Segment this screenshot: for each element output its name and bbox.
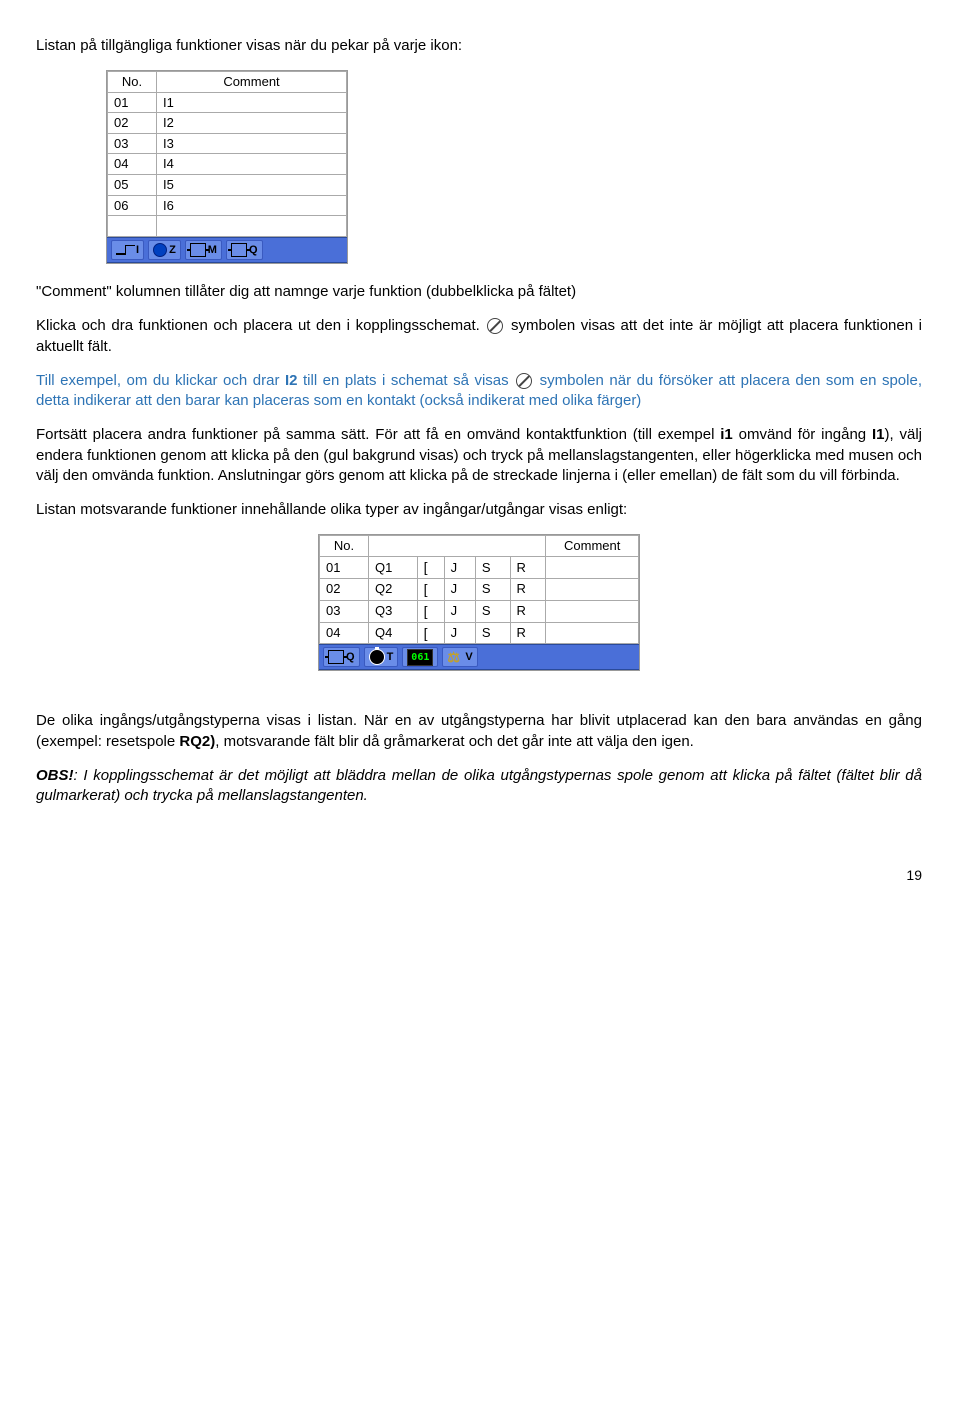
- io-types-screenshot: No. Comment 01 Q1 [ J S R 02 Q2 [ J S R: [36, 534, 922, 671]
- paragraph-example: Till exempel, om du klickar och drar I2 …: [36, 371, 922, 412]
- contact-line-button[interactable]: I: [111, 240, 144, 260]
- q-coil-button[interactable]: Q: [226, 240, 263, 260]
- table-row: 01I1: [108, 92, 347, 113]
- table-row: 02I2: [108, 113, 347, 134]
- col-header-no: No.: [108, 72, 157, 93]
- line-icon: [116, 245, 134, 255]
- paragraph-note: OBS!: I kopplingsschemat är det möjligt …: [36, 766, 922, 807]
- prohibit-icon: [516, 373, 532, 389]
- paragraph-io-list: Listan motsvarande funktioner innehållan…: [36, 500, 922, 520]
- function-list-screenshot: No. Comment 01I1 02I2 03I3 04I4 05I5 06I…: [106, 70, 922, 264]
- col-header-no: No.: [320, 536, 369, 557]
- table-row: 02 Q2 [ J S R: [320, 578, 639, 600]
- toolbar: I Z M Q: [107, 237, 347, 263]
- paragraph-comment: "Comment" kolumnen tillåter dig att namn…: [36, 282, 922, 302]
- z-button[interactable]: Z: [148, 240, 181, 260]
- toolbar: Q T 061 V: [319, 644, 639, 670]
- timer-icon: [369, 649, 385, 665]
- col-header-comment: Comment: [546, 536, 639, 557]
- compare-button[interactable]: V: [442, 647, 477, 667]
- table-row: 03I3: [108, 133, 347, 154]
- counter-button[interactable]: 061: [402, 647, 438, 667]
- page-number: 19: [36, 866, 922, 885]
- table-row: 03 Q3 [ J S R: [320, 600, 639, 622]
- paragraph-drag: Klicka och dra funktionen och placera ut…: [36, 316, 922, 357]
- prohibit-icon: [487, 318, 503, 334]
- paragraph-continue: Fortsätt placera andra funktioner på sam…: [36, 425, 922, 486]
- circle-icon: [153, 243, 167, 257]
- counter-icon: 061: [407, 649, 433, 667]
- m-coil-button[interactable]: M: [185, 240, 222, 260]
- coil-icon: [231, 243, 247, 257]
- q-coil-button[interactable]: Q: [323, 647, 360, 667]
- timer-button[interactable]: T: [364, 647, 399, 667]
- col-header-comment: Comment: [157, 72, 347, 93]
- table-row: 04 Q4 [ J S R: [320, 622, 639, 644]
- scale-icon: [447, 650, 463, 664]
- coil-icon: [190, 243, 206, 257]
- table-row: 04I4: [108, 154, 347, 175]
- table-row: 06I6: [108, 195, 347, 216]
- paragraph-iotypes: De olika ingångs/utgångstyperna visas i …: [36, 711, 922, 752]
- table-row: 05I5: [108, 174, 347, 195]
- intro-text: Listan på tillgängliga funktioner visas …: [36, 36, 922, 56]
- col-header-blank: [369, 536, 546, 557]
- table-row: 01 Q1 [ J S R: [320, 556, 639, 578]
- coil-icon: [328, 650, 344, 664]
